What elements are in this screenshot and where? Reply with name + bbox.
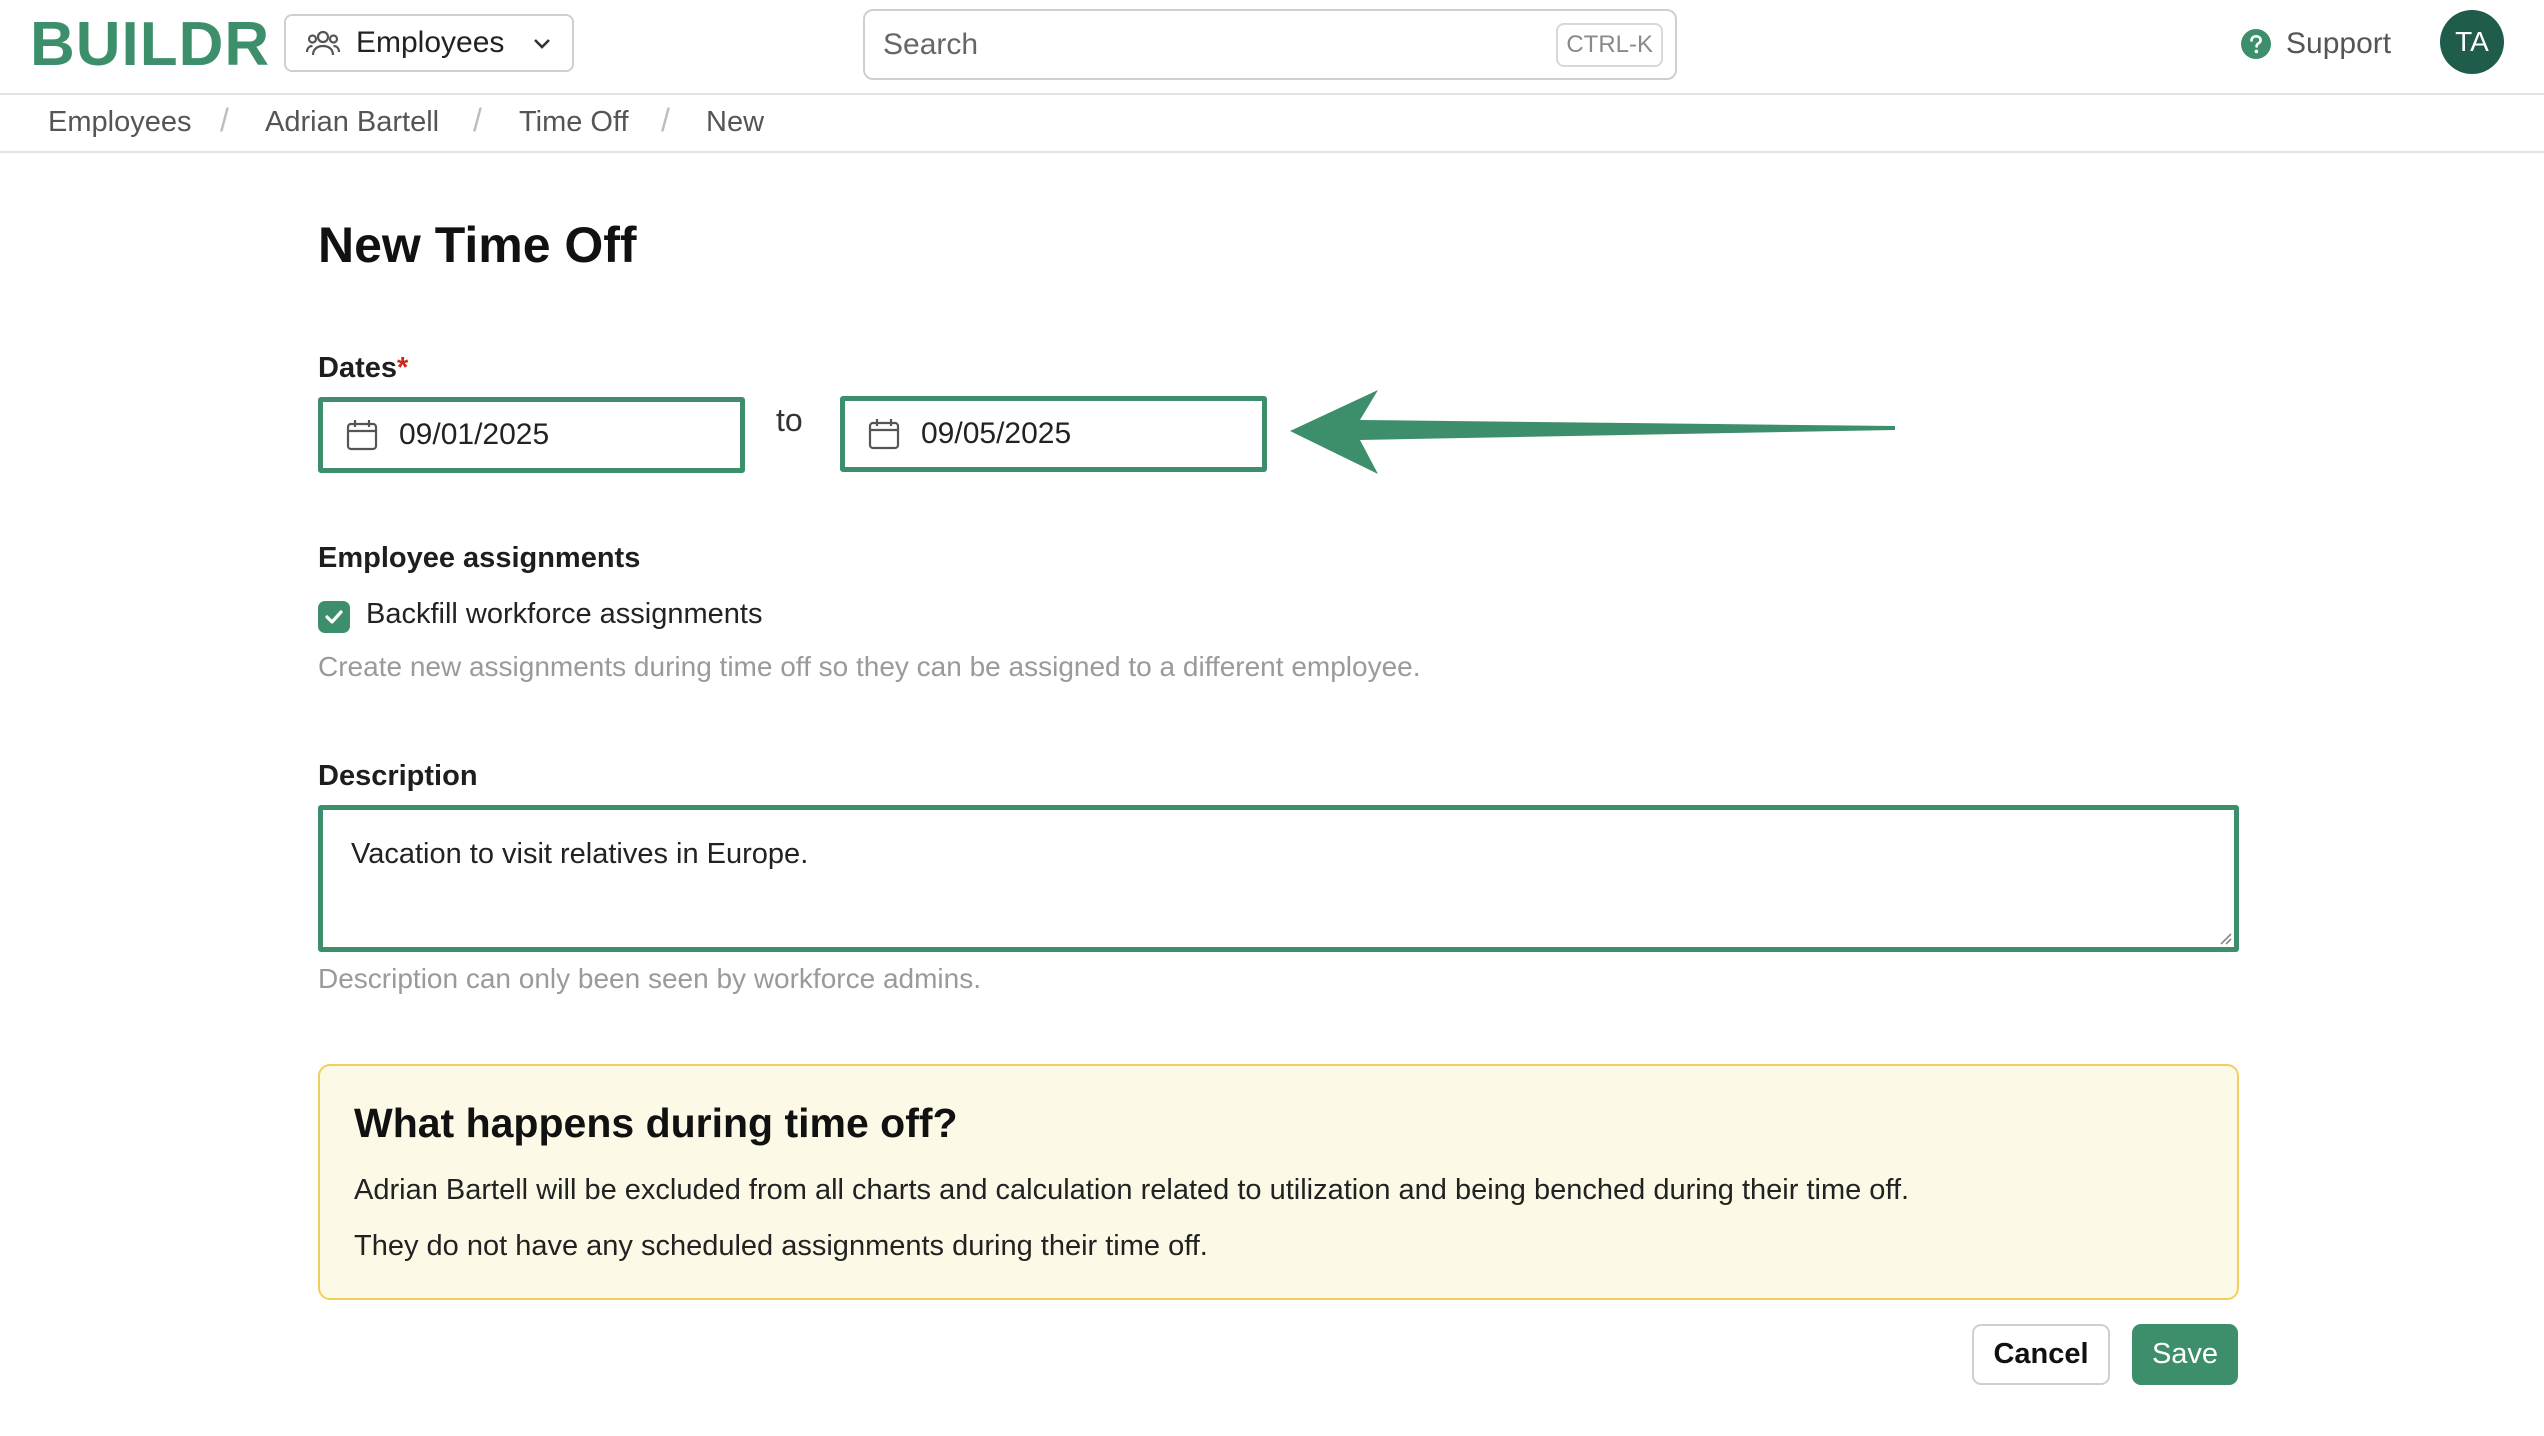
backfill-help-text: Create new assignments during time off s… [318, 651, 1421, 682]
employee-assignments-label: Employee assignments [318, 542, 641, 574]
description-field[interactable]: Vacation to visit relatives in Europe. [318, 805, 2239, 952]
top-bar: BUILDR Employees CTRL-K [0, 0, 2544, 95]
user-avatar[interactable]: TA [2440, 10, 2504, 74]
annotation-arrow-icon [1290, 388, 1896, 476]
breadcrumb-current: New [706, 106, 765, 138]
cancel-button[interactable]: Cancel [1972, 1324, 2110, 1385]
breadcrumb-employee-name[interactable]: Adrian Bartell [265, 105, 439, 139]
end-date-input[interactable] [919, 416, 1223, 452]
time-off-info-callout: What happens during time off? Adrian Bar… [318, 1064, 2239, 1300]
support-label: Support [2286, 27, 2392, 60]
chevron-down-icon [532, 36, 552, 50]
start-date-field[interactable] [318, 397, 745, 473]
description-help-text: Description can only been seen by workfo… [318, 963, 982, 994]
backfill-checkbox-label[interactable]: Backfill workforce assignments [366, 598, 762, 631]
app-logo[interactable]: BUILDR [30, 8, 270, 82]
support-link[interactable]: Support [2240, 22, 2391, 66]
end-date-field[interactable] [840, 396, 1267, 472]
calendar-icon [345, 418, 379, 452]
breadcrumb: Employees / Adrian Bartell / Time Off / … [0, 95, 2544, 153]
description-textarea[interactable]: Vacation to visit relatives in Europe. [323, 810, 2234, 947]
calendar-icon [867, 417, 901, 451]
resize-grip-icon[interactable] [2218, 931, 2232, 945]
page-title: New Time Off [318, 217, 637, 273]
breadcrumb-separator: / [473, 102, 482, 138]
breadcrumb-separator: / [661, 102, 670, 138]
global-search[interactable]: CTRL-K [863, 9, 1677, 80]
breadcrumb-time-off[interactable]: Time Off [519, 105, 629, 139]
description-label: Description [318, 760, 478, 792]
info-title: What happens during time off? [354, 1100, 958, 1146]
date-range-to-label: to [776, 402, 803, 438]
search-shortcut-badge: CTRL-K [1556, 22, 1663, 67]
module-switcher-label: Employees [356, 26, 505, 59]
breadcrumb-employees[interactable]: Employees [48, 105, 191, 139]
users-icon [306, 28, 340, 58]
breadcrumb-separator: / [220, 102, 229, 138]
dates-label-text: Dates [318, 352, 397, 384]
dates-label: Dates* [318, 352, 408, 385]
search-input[interactable] [881, 26, 1557, 63]
module-switcher[interactable]: Employees [284, 14, 574, 72]
question-circle-icon [2240, 28, 2272, 60]
save-button[interactable]: Save [2132, 1324, 2238, 1385]
info-text: They do not have any scheduled assignmen… [354, 1230, 1208, 1262]
info-text: Adrian Bartell will be excluded from all… [354, 1174, 1910, 1206]
checkmark-icon [325, 610, 343, 624]
backfill-checkbox[interactable] [318, 601, 350, 633]
start-date-input[interactable] [397, 417, 701, 453]
required-marker: * [397, 352, 409, 384]
